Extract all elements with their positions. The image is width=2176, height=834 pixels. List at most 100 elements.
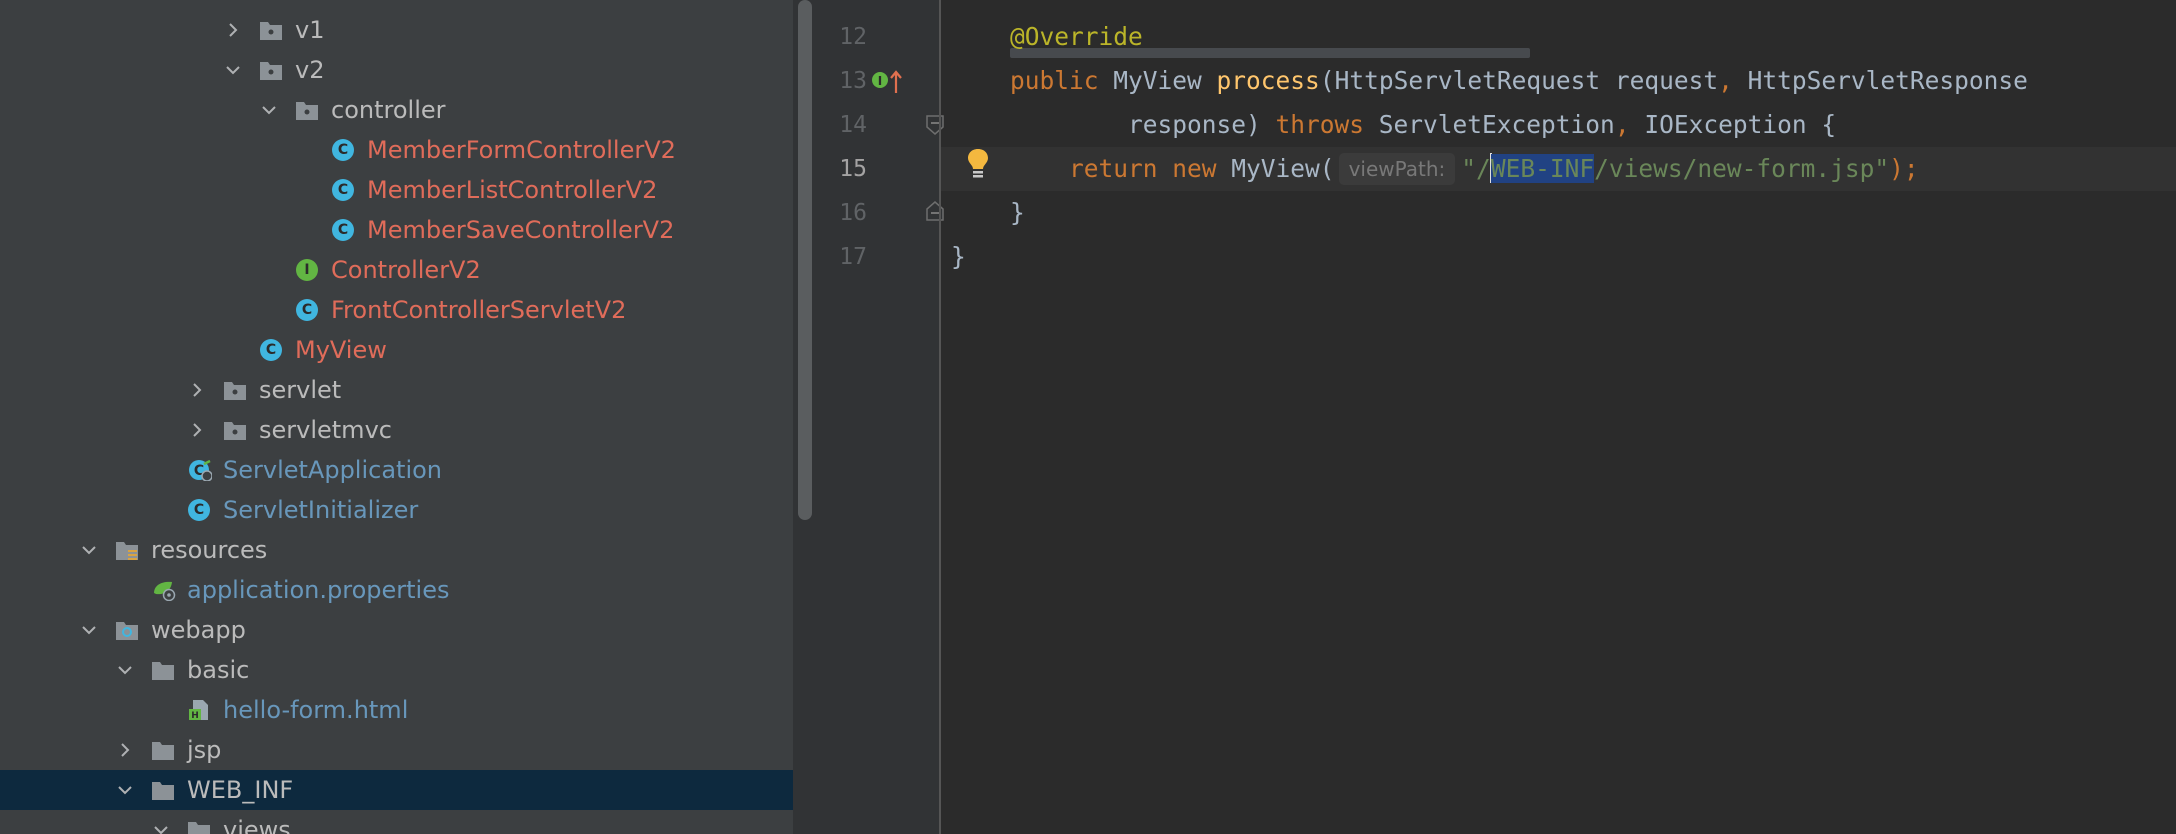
package-icon [223,419,247,441]
tree-item-views[interactable]: views [0,810,793,834]
exception-token: ServletException [1378,110,1615,139]
tree-item-application-properties[interactable]: application.properties [0,570,793,610]
tree-item-servlet[interactable]: servlet [0,370,793,410]
chevron-right-icon[interactable] [114,730,136,770]
class-icon: C [188,499,212,521]
param-type-token: HttpServletResponse [1747,66,2028,95]
code-editor[interactable]: 12 13 14 15 16 17 I @Override public MyV… [821,0,2176,834]
comma-token: , [1718,66,1748,95]
code-line-16[interactable]: } [951,191,2176,235]
folder-icon [151,659,175,681]
type-token: MyView [1113,66,1217,95]
line-number: 14 [839,112,867,138]
tree-item-hello-form-html[interactable]: H hello-form.html [0,690,793,730]
tree-item-label: servlet [259,376,342,404]
tree-item-basic[interactable]: basic [0,650,793,690]
fold-icon[interactable] [926,201,944,225]
tree-item-label: resources [151,536,268,564]
tree-item-servlet-application[interactable]: C ServletApplication [0,450,793,490]
package-icon [223,379,247,401]
line-number: 17 [839,244,867,270]
tree-item-controller[interactable]: controller [0,90,793,130]
tree-item-servletmvc[interactable]: servletmvc [0,410,793,450]
gutter-divider [939,0,941,834]
code-line-15-current[interactable]: return new MyView(viewPath: "/WEB-INF/vie… [941,147,2176,191]
tree-item-label: controller [331,96,446,124]
tree-item-web-inf[interactable]: WEB_INF [0,770,793,810]
tree-item-label: webapp [151,616,246,644]
tree-item-label: hello-form.html [223,696,409,724]
fold-icon[interactable] [926,115,944,139]
chevron-down-icon[interactable] [78,610,100,650]
tree-item-resources[interactable]: resources [0,530,793,570]
editor-gutter: 12 13 14 15 16 17 I [821,0,944,834]
keyword-token: public [1010,66,1114,95]
implements-method-icon[interactable]: I [871,69,905,99]
tree-item-label: FrontControllerServletV2 [331,296,627,324]
tree-item-label: MemberSaveControllerV2 [367,216,675,244]
chevron-down-icon[interactable] [258,90,280,130]
code-line-14[interactable]: response) throws ServletException, IOExc… [951,103,2176,147]
tree-item-member-save-controller-v2[interactable]: C MemberSaveControllerV2 [0,210,793,250]
line-number: 16 [839,200,867,226]
resources-folder-icon [115,539,139,561]
interface-icon: I [296,259,320,281]
spring-properties-icon [152,579,176,601]
tree-item-member-list-controller-v2[interactable]: C MemberListControllerV2 [0,170,793,210]
chevron-right-icon[interactable] [186,370,208,410]
class-icon: C [296,299,320,321]
tree-item-label: basic [187,656,250,684]
code-line-partial [951,0,2176,58]
call-token: MyView( [1231,154,1335,183]
chevron-down-icon[interactable] [114,650,136,690]
tree-item-label: WEB_INF [187,776,294,804]
tree-item-servlet-initializer[interactable]: C ServletInitializer [0,490,793,530]
tree-item-front-controller-servlet-v2[interactable]: C FrontControllerServletV2 [0,290,793,330]
tree-scrollbar[interactable] [798,0,812,520]
brace-token: } [951,242,966,271]
intention-bulb-icon[interactable] [965,146,991,184]
tree-item-v2[interactable]: v2 [0,50,793,90]
tree-item-label: MemberFormControllerV2 [367,136,676,164]
chevron-down-icon[interactable] [114,770,136,810]
tree-item-label: servletmvc [259,416,392,444]
spring-boot-class-icon: C [188,459,212,481]
tree-item-label: MyView [295,336,387,364]
class-icon: C [332,219,356,241]
tree-item-label: application.properties [187,576,450,604]
web-folder-icon [115,619,139,641]
tree-item-my-view[interactable]: C MyView [0,330,793,370]
chevron-right-icon[interactable] [186,410,208,450]
line-number-current: 15 [839,156,867,182]
chevron-right-icon[interactable] [222,10,244,50]
keyword-token: throws [1275,110,1379,139]
folder-icon [187,819,211,834]
tree-item-webapp[interactable]: webapp [0,610,793,650]
html-file-icon: H [188,699,212,721]
package-icon [259,59,283,81]
chevron-down-icon[interactable] [222,50,244,90]
class-icon: C [332,179,356,201]
param-token: response) [1128,110,1276,139]
code-line-13[interactable]: public MyView process(HttpServletRequest… [951,59,2176,103]
tree-item-member-form-controller-v2[interactable]: C MemberFormControllerV2 [0,130,793,170]
tree-item-label: views [223,816,291,834]
package-icon [295,99,319,121]
chevron-down-icon[interactable] [78,530,100,570]
tree-item-v1[interactable]: v1 [0,10,793,50]
chevron-down-icon[interactable] [150,810,172,834]
line-number: 12 [839,24,867,50]
statement-end-token: ); [1889,154,1919,183]
tree-item-controller-v2[interactable]: I ControllerV2 [0,250,793,290]
code-line-17[interactable]: } [951,235,2176,279]
tree-item-label: ControllerV2 [331,256,481,284]
tree-item-label: ServletInitializer [223,496,419,524]
brace-token: } [1010,198,1025,227]
class-icon: C [260,339,284,361]
code-line-12[interactable]: @Override [951,15,2176,59]
selected-text[interactable]: WEB-INF [1490,154,1595,183]
tree-item-jsp[interactable]: jsp [0,730,793,770]
tree-item-label: jsp [187,736,222,764]
tree-item-label: ServletApplication [223,456,443,484]
svg-text:I: I [878,74,882,88]
